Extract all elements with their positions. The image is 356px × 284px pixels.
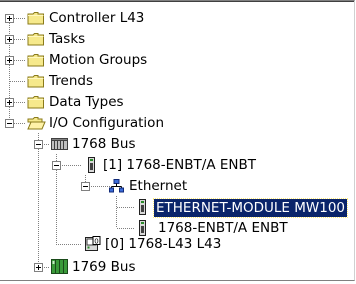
folder-icon [27,12,44,25]
tree-item-label: I/O Configuration [49,115,165,131]
tree-item-label: 1768 Bus [72,136,136,152]
tree-item-motion-groups[interactable]: Motion Groups [0,51,356,71]
network-icon [109,179,124,193]
expand-plus-icon[interactable] [34,263,43,272]
tree-item-data-types[interactable]: Data Types [0,93,356,113]
expand-plus-icon[interactable] [5,56,14,65]
tree-item-label: Trends [49,73,93,89]
backplane-icon [51,138,68,150]
tree-item-label: Tasks [49,31,86,47]
tree-item-label-selected: ETHERNET-MODULE MW100 [153,198,348,218]
svg-text:0: 0 [94,237,98,245]
backplane-icon [51,259,68,274]
module-icon [139,220,146,236]
tree-item-ethernet[interactable]: Ethernet [0,177,356,197]
folder-icon [27,75,44,88]
module-icon [139,199,146,215]
tree-item-label: Ethernet [129,178,188,194]
collapse-minus-icon[interactable] [5,119,14,128]
collapse-minus-icon[interactable] [52,161,61,170]
tree-item-trends[interactable]: Trends [0,72,356,92]
folder-icon [27,33,44,46]
tree-item-io-configuration[interactable]: I/O Configuration [0,114,356,134]
tree-item-ethernet-module[interactable]: ETHERNET-MODULE MW100 [0,198,356,218]
tree-item-label: [1] 1768-ENBT/A ENBT [103,157,256,173]
open-folder-icon [27,117,46,130]
tree-item-1769-bus[interactable]: 1769 Bus [0,258,356,278]
expand-plus-icon[interactable] [5,98,14,107]
collapse-minus-icon[interactable] [34,140,43,149]
tree-item-label: Data Types [49,94,124,110]
module-icon [88,157,95,173]
tree-item-enbt-module[interactable]: [1] 1768-ENBT/A ENBT [0,156,356,176]
folder-icon [27,54,44,67]
tree-item-label: [0] 1768-L43 L43 [105,236,222,252]
tree-item-1768-bus[interactable]: 1768 Bus [0,135,356,155]
tree-item-tasks[interactable]: Tasks [0,30,356,50]
controller-organizer-tree: Controller L43 Tasks Motion Groups Trend… [0,0,356,284]
folder-icon [27,96,44,109]
expand-plus-icon[interactable] [5,35,14,44]
tree-item-l43-controller[interactable]: 0 [0] 1768-L43 L43 [0,235,356,255]
tree-item-label: 1769 Bus [72,259,136,275]
tree-item-label: Controller L43 [49,10,145,26]
collapse-minus-icon[interactable] [81,182,90,191]
tree-item-controller[interactable]: Controller L43 [0,9,356,29]
controller-module-icon: 0 [85,236,101,251]
expand-plus-icon[interactable] [5,14,14,23]
tree-item-label: Motion Groups [49,52,148,68]
